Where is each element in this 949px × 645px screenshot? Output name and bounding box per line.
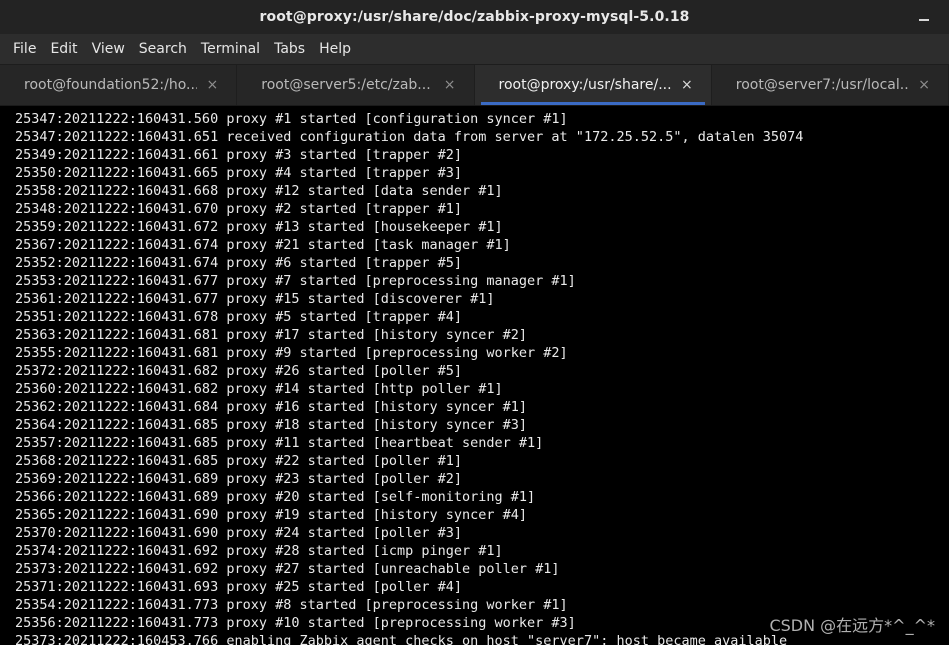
terminal-line: 25355:20211222:160431.681 proxy #9 start… (15, 345, 568, 361)
terminal-line: 25365:20211222:160431.690 proxy #19 star… (15, 507, 528, 523)
menu-edit[interactable]: Edit (43, 41, 84, 57)
title-bar[interactable]: root@proxy:/usr/share/doc/zabbix-proxy-m… (0, 0, 949, 34)
window-title: root@proxy:/usr/share/doc/zabbix-proxy-m… (259, 9, 690, 25)
terminal-output[interactable]: 25347:20211222:160431.560 proxy #1 start… (0, 106, 949, 645)
tab-label: root@server7:/usr/local... (735, 77, 909, 93)
close-icon[interactable]: × (681, 77, 693, 93)
terminal-line: 25368:20211222:160431.685 proxy #22 star… (15, 453, 463, 469)
close-icon[interactable]: × (444, 77, 456, 93)
terminal-line: 25363:20211222:160431.681 proxy #17 star… (15, 327, 528, 343)
tab-server5[interactable]: root@server5:/etc/zab... × (237, 65, 475, 105)
tab-label: root@foundation52:/ho... (24, 77, 197, 93)
terminal-line: 25348:20211222:160431.670 proxy #2 start… (15, 201, 463, 217)
close-icon[interactable]: × (207, 77, 219, 93)
terminal-line: 25353:20211222:160431.677 proxy #7 start… (15, 273, 576, 289)
terminal-line: 25347:20211222:160431.560 proxy #1 start… (15, 111, 568, 127)
tab-label: root@proxy:/usr/share/... (498, 77, 672, 93)
terminal-line: 25349:20211222:160431.661 proxy #3 start… (15, 147, 463, 163)
terminal-line: 25374:20211222:160431.692 proxy #28 star… (15, 543, 503, 559)
tab-label: root@server5:/etc/zab... (261, 77, 431, 93)
menu-search[interactable]: Search (132, 41, 194, 57)
minimize-button[interactable] (913, 7, 935, 27)
menu-file[interactable]: File (6, 41, 43, 57)
close-icon[interactable]: × (918, 77, 930, 93)
terminal-line: 25360:20211222:160431.682 proxy #14 star… (15, 381, 503, 397)
menu-terminal[interactable]: Terminal (194, 41, 267, 57)
terminal-line: 25361:20211222:160431.677 proxy #15 star… (15, 291, 495, 307)
terminal-line: 25369:20211222:160431.689 proxy #23 star… (15, 471, 463, 487)
tab-bar: root@foundation52:/ho... × root@server5:… (0, 65, 949, 106)
terminal-line: 25372:20211222:160431.682 proxy #26 star… (15, 363, 463, 379)
tab-foundation52[interactable]: root@foundation52:/ho... × (0, 65, 238, 105)
menu-view[interactable]: View (85, 41, 132, 57)
terminal-line: 25347:20211222:160431.651 received confi… (15, 129, 804, 145)
menu-help[interactable]: Help (312, 41, 358, 57)
terminal-line: 25364:20211222:160431.685 proxy #18 star… (15, 417, 528, 433)
terminal-line: 25351:20211222:160431.678 proxy #5 start… (15, 309, 463, 325)
terminal-line: 25357:20211222:160431.685 proxy #11 star… (15, 435, 544, 451)
terminal-line: 25370:20211222:160431.690 proxy #24 star… (15, 525, 463, 541)
watermark: CSDN @在远方*^_^* (769, 616, 935, 635)
menu-bar: File Edit View Search Terminal Tabs Help (0, 34, 949, 65)
terminal-line: 25373:20211222:160431.692 proxy #27 star… (15, 561, 560, 577)
terminal-line: 25366:20211222:160431.689 proxy #20 star… (15, 489, 536, 505)
tab-server7[interactable]: root@server7:/usr/local... × (712, 65, 949, 105)
terminal-line: 25367:20211222:160431.674 proxy #21 star… (15, 237, 511, 253)
tab-proxy[interactable]: root@proxy:/usr/share/... × (474, 65, 712, 105)
menu-tabs[interactable]: Tabs (267, 41, 312, 57)
terminal-line: 25362:20211222:160431.684 proxy #16 star… (15, 399, 528, 415)
minimize-icon (919, 19, 929, 21)
terminal-line: 25358:20211222:160431.668 proxy #12 star… (15, 183, 503, 199)
terminal-line: 25352:20211222:160431.674 proxy #6 start… (15, 255, 463, 271)
terminal-window: root@proxy:/usr/share/doc/zabbix-proxy-m… (0, 0, 949, 645)
terminal-line: 25371:20211222:160431.693 proxy #25 star… (15, 579, 463, 595)
terminal-line: 25359:20211222:160431.672 proxy #13 star… (15, 219, 503, 235)
terminal-line: 25350:20211222:160431.665 proxy #4 start… (15, 165, 463, 181)
